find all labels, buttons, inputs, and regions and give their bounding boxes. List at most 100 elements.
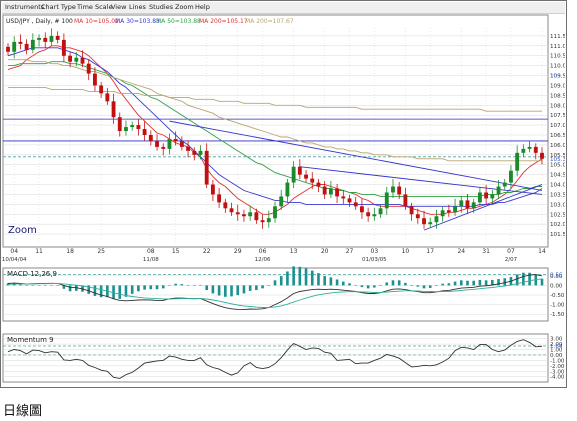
macd-histogram-bar [255,285,258,291]
macd-pane: 0.500.00-0.50-1.00-1.500.56 MACD 12,26,9 [2,266,565,322]
date-tick-label: 15 [172,248,180,255]
candle-body [515,152,520,171]
candle-body [378,208,383,215]
candle-body [353,202,358,207]
macd-histogram-bar [304,268,308,286]
macd-histogram-bar [397,280,401,286]
macd-histogram-bar [329,277,333,286]
chart-title: USD/JPY , Daily, # 100 [6,18,73,25]
momentum-level-label: 1.64 [550,344,563,350]
candle-body [6,46,10,52]
zoom-label[interactable]: Zoom [8,225,37,236]
candle-body [99,85,104,94]
date-tick-label: 03 [371,248,379,255]
candle-body [434,216,439,223]
candle-body [533,146,538,153]
candle-body [37,37,41,40]
price-tick-label: 106.00 [550,143,565,149]
price-pane: 111.50 111.00 110.50 110.00 109.50 109.00 108.… [2,14,565,263]
legend-ma10: MA 10=105.02 [74,18,119,25]
price-tick-label: 102.50 [550,212,565,218]
candle-body [148,135,153,141]
macd-histogram-bar [37,284,41,286]
macd-histogram-bar [192,285,196,286]
macd-histogram-bar [217,285,221,296]
macd-histogram-bar [205,285,208,291]
date-tick-label: 13 [290,248,298,255]
macd-histogram-bar [230,285,233,297]
price-tick-label: 111.00 [550,44,565,50]
candle-body [43,37,48,42]
macd-histogram-bar [348,283,351,286]
candle-body [161,146,166,149]
candle-body [130,125,135,128]
price-level-label: 109.50 [550,74,565,80]
macd-histogram-bar [93,285,97,296]
menu-lines[interactable]: Lines [129,2,146,13]
macd-histogram-bar [379,285,382,286]
candle-body [248,212,253,217]
price-tick-label: 108.50 [550,93,565,99]
candle-body [372,214,377,217]
candle-body [242,214,246,217]
candle-body [360,206,364,213]
momentum-title: Momentum 9 [7,336,54,344]
date-tick-label: 24 [457,248,465,255]
macd-histogram-bar [522,272,525,286]
menu-zoom[interactable]: Zoom [175,2,194,13]
macd-histogram-bar [168,284,171,286]
candle-body [273,206,277,219]
date-tick-sublabel: 11/08 [143,257,159,263]
menu-instruments[interactable]: Instruments [5,2,44,13]
candle-body [223,202,228,209]
legend-ma30: MA 30=103.83 [115,18,160,25]
candle-body [527,146,532,149]
candle-body [105,93,110,102]
candle-body [254,212,259,221]
macd-histogram-bar [373,285,376,288]
momentum-y-axis: 3.002.001.000.00-1.00-2.00-3.00-4.001.64 [550,337,565,381]
macd-histogram-bar [31,284,35,286]
candle-body [502,182,507,187]
date-tick-label: 18 [66,248,74,255]
candle-body [266,218,271,223]
macd-histogram-bar [466,280,469,286]
price-tick-label: 111.50 [550,34,565,40]
candle-body [173,138,178,141]
macd-tick-label: -0.50 [550,293,565,299]
candle-body [30,39,35,50]
legend-ma200-long: MA 200=107.67 [245,18,294,25]
candle-body [86,63,91,74]
macd-histogram-bar [19,284,22,286]
date-tick-sublabel: 10/04/04 [2,257,27,263]
candle-body [198,150,203,155]
candle-body [229,208,234,213]
macd-histogram-bar [310,270,314,286]
candle-body [304,174,308,179]
macd-histogram-bar [236,285,240,296]
menu-view[interactable]: View [111,2,126,13]
candle-body [496,186,501,195]
candle-body [285,182,290,197]
momentum-pane-frame [2,333,549,383]
menu-bar: Instruments Chart Type Time Scale View L… [2,2,565,14]
candle-body [93,73,97,86]
date-tick-label: 29 [234,248,242,255]
macd-histogram-bar [161,285,165,289]
candle-body [136,125,141,130]
macd-histogram-bar [143,285,146,290]
menu-chart-type[interactable]: Chart Type [41,2,76,13]
candle-body [49,35,54,42]
candle-body [422,218,426,225]
candle-body [384,192,389,209]
menu-studies[interactable]: Studies [149,2,173,13]
date-tick-label: 04 [10,248,18,255]
macd-histogram-bar [335,279,339,286]
candle-body [204,150,209,185]
menu-help[interactable]: Help [195,2,210,13]
candle-body [477,192,482,203]
price-tick-label: 103.00 [550,202,565,208]
macd-histogram-bar [68,285,72,292]
menu-time-scale[interactable]: Time Scale [77,2,112,13]
macd-histogram-bar [404,282,407,286]
